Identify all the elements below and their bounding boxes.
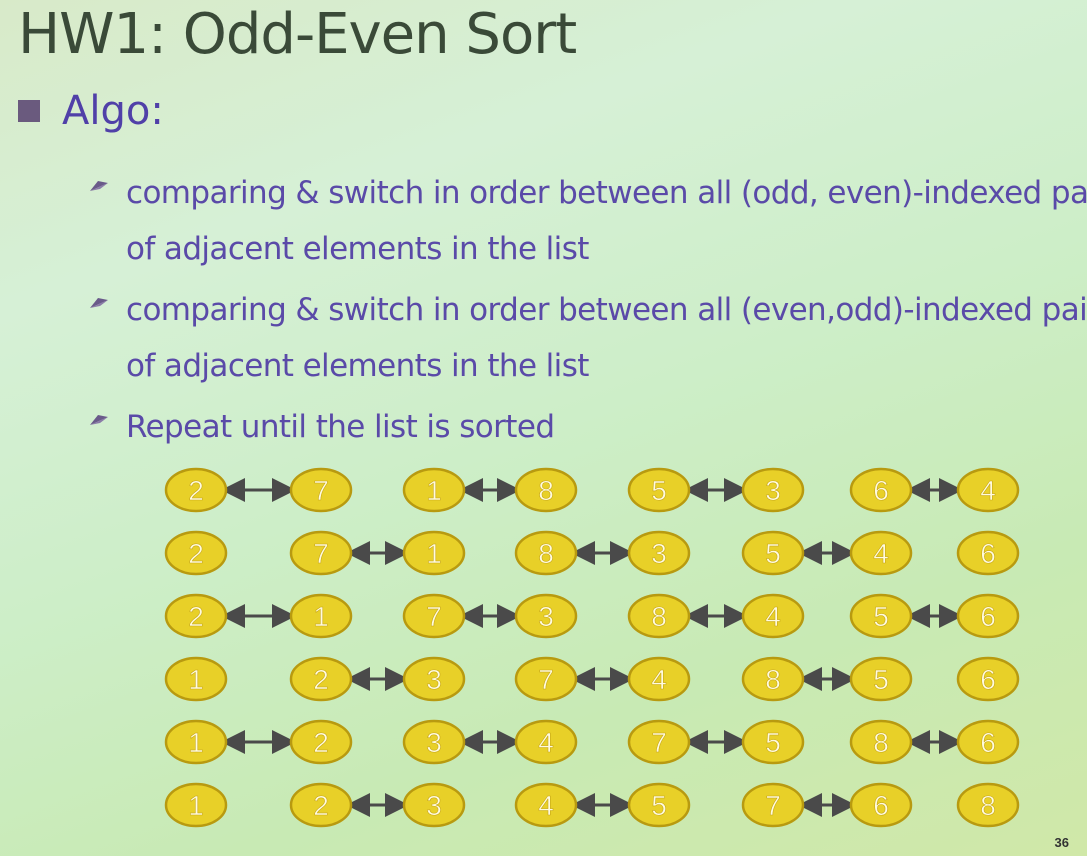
sort-node: 6 xyxy=(956,593,1020,639)
sort-node-value: 6 xyxy=(873,475,889,506)
sort-node: 2 xyxy=(164,467,228,513)
sort-node: 3 xyxy=(514,593,578,639)
sort-node: 1 xyxy=(289,593,353,639)
sort-node-value: 8 xyxy=(980,790,996,821)
sort-node: 8 xyxy=(956,782,1020,828)
sort-node-value: 6 xyxy=(980,601,996,632)
sort-node: 1 xyxy=(164,782,228,828)
sort-node: 6 xyxy=(849,467,913,513)
sort-node-value: 5 xyxy=(765,727,781,758)
sort-node-value: 1 xyxy=(313,601,329,632)
sort-node-value: 6 xyxy=(980,664,996,695)
sort-node: 3 xyxy=(627,530,691,576)
sort-node: 5 xyxy=(627,782,691,828)
sort-node-value: 2 xyxy=(313,790,329,821)
sort-node-value: 6 xyxy=(873,790,889,821)
sort-node: 2 xyxy=(164,593,228,639)
sort-node-value: 1 xyxy=(426,538,442,569)
sort-node-value: 7 xyxy=(313,538,329,569)
sort-node-value: 3 xyxy=(651,538,667,569)
sort-node: 6 xyxy=(956,719,1020,765)
sort-node: 2 xyxy=(164,530,228,576)
sort-node: 3 xyxy=(741,467,805,513)
sort-node-value: 5 xyxy=(651,475,667,506)
sort-node-value: 5 xyxy=(651,790,667,821)
sort-node: 5 xyxy=(741,530,805,576)
sort-node: 1 xyxy=(402,530,466,576)
sort-node-value: 6 xyxy=(980,538,996,569)
sort-node-value: 7 xyxy=(765,790,781,821)
sort-node-value: 3 xyxy=(426,727,442,758)
sort-node-value: 7 xyxy=(426,601,442,632)
sort-node-value: 2 xyxy=(188,601,204,632)
sort-node: 1 xyxy=(164,719,228,765)
sort-node: 6 xyxy=(849,782,913,828)
sort-node: 8 xyxy=(627,593,691,639)
sort-node-value: 2 xyxy=(188,538,204,569)
page-number: 36 xyxy=(1054,835,1069,850)
sort-node: 8 xyxy=(741,656,805,702)
sort-node-value: 4 xyxy=(980,475,996,506)
sort-node: 7 xyxy=(627,719,691,765)
sort-node: 7 xyxy=(289,467,353,513)
sort-node-value: 8 xyxy=(765,664,781,695)
sort-node: 3 xyxy=(402,656,466,702)
sort-node-value: 2 xyxy=(188,475,204,506)
sort-node-value: 3 xyxy=(538,601,554,632)
sort-node: 8 xyxy=(514,467,578,513)
sort-node: 4 xyxy=(514,782,578,828)
sort-node: 5 xyxy=(849,593,913,639)
sort-node: 5 xyxy=(741,719,805,765)
sort-node: 2 xyxy=(289,782,353,828)
sort-node-value: 3 xyxy=(765,475,781,506)
sort-node-value: 7 xyxy=(538,664,554,695)
sort-node: 4 xyxy=(627,656,691,702)
sort-node-value: 2 xyxy=(313,727,329,758)
sort-node-value: 8 xyxy=(538,475,554,506)
sort-node-value: 3 xyxy=(426,664,442,695)
sort-node: 7 xyxy=(514,656,578,702)
sort-node: 2 xyxy=(289,719,353,765)
sort-node: 6 xyxy=(956,656,1020,702)
sort-node: 1 xyxy=(402,467,466,513)
sort-node-value: 4 xyxy=(873,538,889,569)
sort-node: 4 xyxy=(956,467,1020,513)
sort-node-value: 2 xyxy=(313,664,329,695)
sort-node-value: 5 xyxy=(873,601,889,632)
sort-node-value: 3 xyxy=(426,790,442,821)
sort-node-value: 1 xyxy=(188,790,204,821)
sort-node-value: 1 xyxy=(188,727,204,758)
sort-node: 6 xyxy=(956,530,1020,576)
sort-node-value: 1 xyxy=(426,475,442,506)
sort-node: 3 xyxy=(402,782,466,828)
odd-even-sort-diagram: 2 7 1 8 5 3 6 4 2 7 1 8 3 5 4 6 2 1 7 3 8 4 5 6 1 2 3 7 4 8 5 6 1 2 3 4 7 5 8 6… xyxy=(164,467,1020,828)
sort-node-value: 6 xyxy=(980,727,996,758)
sort-node: 7 xyxy=(402,593,466,639)
sort-node: 3 xyxy=(402,719,466,765)
sort-node-value: 8 xyxy=(651,601,667,632)
sort-node-value: 1 xyxy=(188,664,204,695)
sort-node-value: 5 xyxy=(873,664,889,695)
sort-node-value: 7 xyxy=(651,727,667,758)
sort-node: 2 xyxy=(289,656,353,702)
sort-node: 4 xyxy=(849,530,913,576)
sort-node-value: 4 xyxy=(538,727,554,758)
sort-node: 5 xyxy=(849,656,913,702)
sort-node: 7 xyxy=(289,530,353,576)
sort-node-value: 7 xyxy=(313,475,329,506)
sort-node-value: 5 xyxy=(765,538,781,569)
sort-node: 5 xyxy=(627,467,691,513)
sort-node-value: 8 xyxy=(538,538,554,569)
sort-node: 4 xyxy=(514,719,578,765)
sort-node-value: 8 xyxy=(873,727,889,758)
sort-node: 8 xyxy=(849,719,913,765)
sort-node: 8 xyxy=(514,530,578,576)
sort-node: 1 xyxy=(164,656,228,702)
slide: HW1: Odd-Even Sort Algo: comparing & swi… xyxy=(0,0,1087,856)
sort-node: 7 xyxy=(741,782,805,828)
sort-node-value: 4 xyxy=(765,601,781,632)
sort-node-value: 4 xyxy=(651,664,667,695)
sort-node: 4 xyxy=(741,593,805,639)
sort-node-value: 4 xyxy=(538,790,554,821)
